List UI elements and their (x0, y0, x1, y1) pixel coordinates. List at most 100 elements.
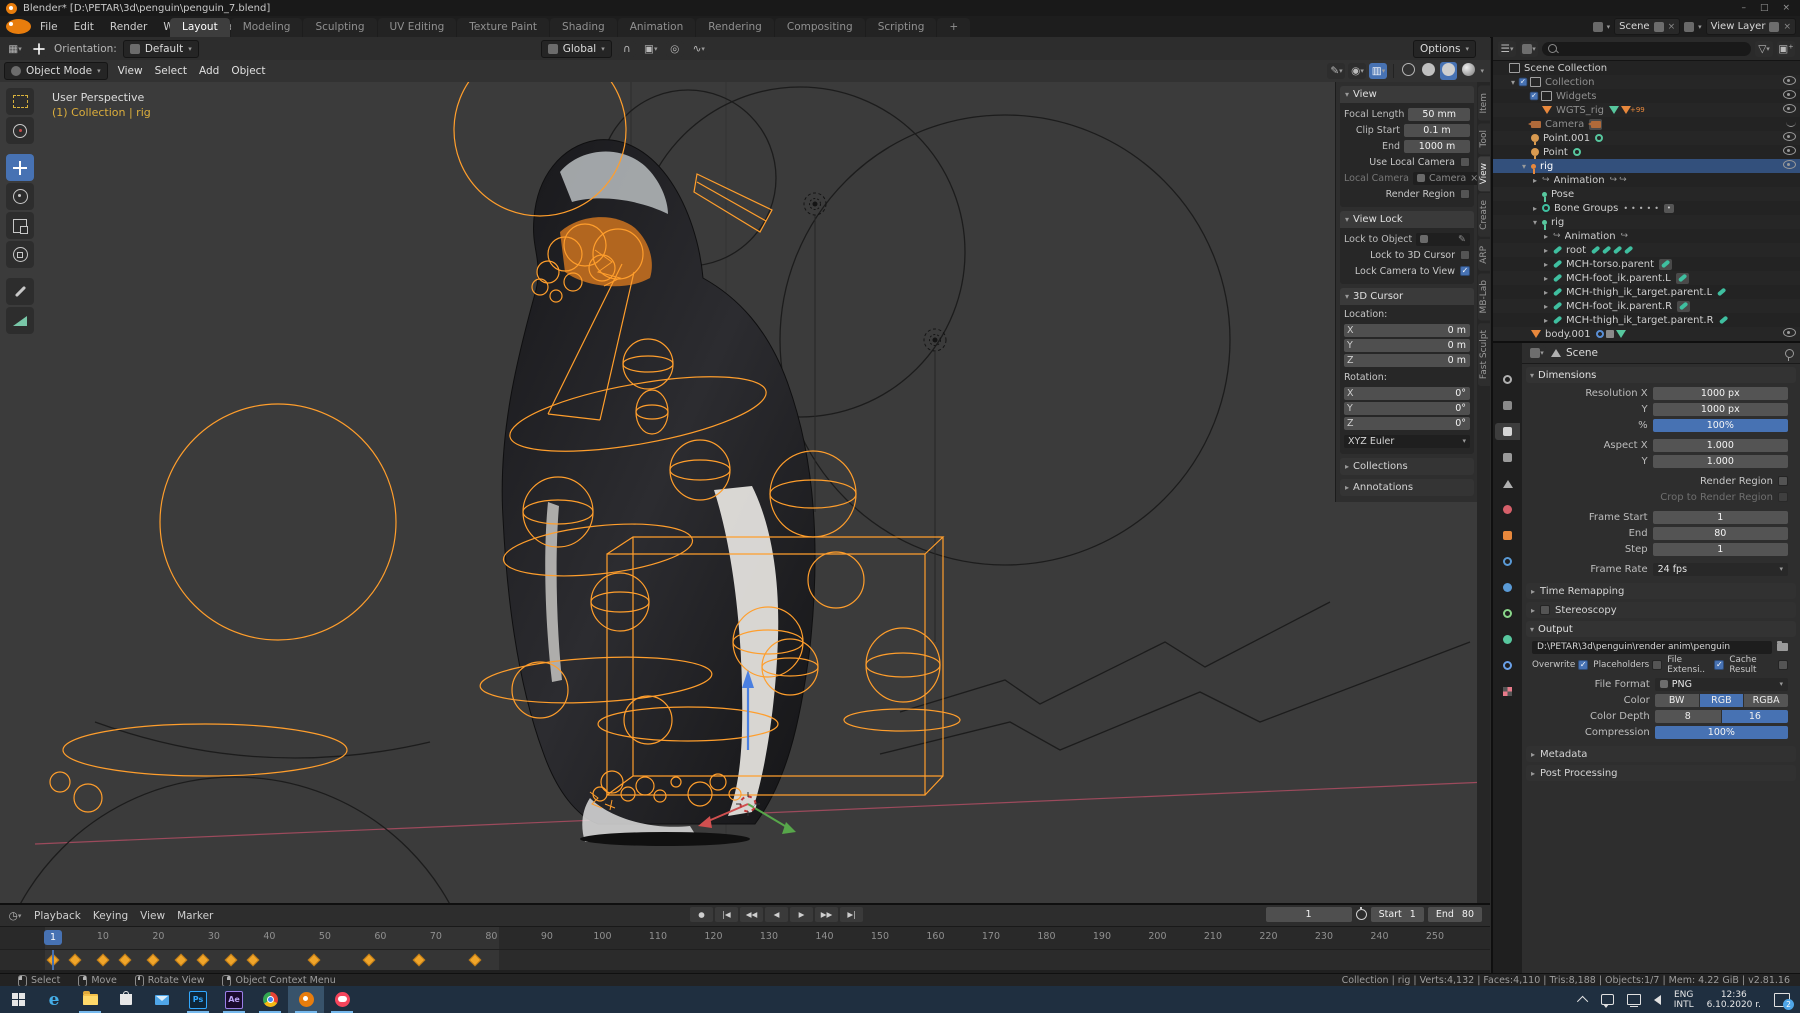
outliner-row-mch-thigh-ik-target-parent-r[interactable]: ▸MCH-thigh_ik_target.parent.R (1493, 313, 1800, 327)
time-remapping-panel-header[interactable]: ▸Time Remapping (1526, 583, 1796, 599)
tray-notifications-icon[interactable]: 2 (1774, 993, 1790, 1007)
cursor-loc-z[interactable]: Z0 m (1344, 354, 1470, 367)
metadata-panel-header[interactable]: ▸Metadata (1526, 746, 1796, 762)
properties-tab-object[interactable] (1495, 527, 1520, 544)
n-panel-tab-create[interactable]: Create (1478, 193, 1490, 237)
prev-keyframe-button[interactable]: ◀◀ (740, 907, 763, 922)
output-panel-header[interactable]: ▾Output (1526, 621, 1796, 637)
new-scene-icon[interactable] (1654, 22, 1664, 32)
transform-space-dropdown[interactable]: Global ▾ (541, 40, 612, 58)
frame-step-field[interactable]: 1 (1653, 543, 1788, 556)
outliner-filter-icon[interactable]: ▽▾ (1755, 41, 1773, 57)
cursor-rot-y[interactable]: Y0° (1344, 402, 1470, 415)
placeholders-checkbox[interactable] (1652, 660, 1662, 670)
properties-tab-scene[interactable] (1495, 475, 1520, 492)
workspace-tab-compositing[interactable]: Compositing (775, 18, 865, 37)
color-rgba-option[interactable]: RGBA (1744, 694, 1788, 707)
resolution-x-field[interactable]: 1000 px (1653, 387, 1788, 400)
n-panel-tab-item[interactable]: Item (1478, 86, 1490, 121)
n-panel-tab-fast-sculpt[interactable]: Fast Sculpt (1478, 323, 1490, 386)
mode-dropdown[interactable]: Object Mode ▾ (4, 62, 108, 80)
shading-options-icon[interactable]: ▾ (1480, 67, 1484, 75)
expand-icon[interactable]: ▸ (1541, 316, 1551, 325)
collection-checkbox[interactable]: ✓ (1530, 92, 1539, 101)
rotation-mode-dropdown[interactable]: XYZ Euler▾ (1344, 435, 1470, 448)
maximize-button[interactable]: □ (1760, 3, 1769, 13)
expand-icon[interactable]: ▸ (1541, 232, 1551, 241)
scale-tool-button[interactable] (6, 212, 34, 239)
visibility-eye-icon[interactable] (1783, 76, 1796, 88)
timeline-menu-playback[interactable]: Playback (28, 908, 87, 924)
snap-magnet-icon[interactable]: ∩ (618, 41, 636, 57)
output-path-field[interactable]: D:\PETAR\3d\penguin\render anim\penguin (1532, 641, 1772, 654)
tray-language[interactable]: ENGINTL (1674, 990, 1694, 1010)
play-reverse-button[interactable]: ◀ (765, 907, 788, 922)
cursor-panel-header[interactable]: ▾3D Cursor (1340, 288, 1474, 305)
visibility-eye-icon[interactable] (1783, 132, 1796, 144)
taskbar-rocket-chat[interactable] (324, 986, 360, 1013)
focal-length-field[interactable]: 50 mm (1408, 108, 1470, 121)
expand-icon[interactable]: ▸ (1541, 274, 1551, 283)
collection-checkbox[interactable]: ✓ (1519, 78, 1528, 87)
frame-end-field[interactable]: End80 (1428, 907, 1482, 922)
expand-icon[interactable]: ▸ (1530, 176, 1540, 185)
menu-render[interactable]: Render (103, 19, 154, 35)
new-collection-icon[interactable]: ▣⁺ (1777, 41, 1795, 57)
taskbar-store[interactable] (108, 986, 144, 1013)
record-button[interactable]: ● (690, 907, 713, 922)
outliner-row-animation[interactable]: ▸↪Animation↪↪ (1493, 173, 1800, 187)
scene-icon[interactable] (1593, 22, 1603, 32)
crop-region-checkbox[interactable] (1778, 492, 1788, 502)
timeline-menu-keying[interactable]: Keying (87, 908, 134, 924)
viewport-menu-select[interactable]: Select (149, 63, 193, 79)
expand-icon[interactable]: ▸ (1530, 204, 1540, 213)
taskbar-after-effects[interactable]: Ae (216, 986, 252, 1013)
n-panel-tab-mb-lab[interactable]: MB-Lab (1478, 273, 1490, 320)
shading-wireframe-icon[interactable] (1400, 62, 1417, 80)
editor-type-icon[interactable]: ▦▾ (6, 41, 24, 57)
local-camera-field[interactable]: Camera× (1413, 172, 1482, 185)
tray-clock[interactable]: 12:366.10.2020 r. (1707, 990, 1761, 1010)
properties-tab-object-data[interactable] (1495, 631, 1520, 648)
properties-tab-modifiers[interactable] (1495, 657, 1520, 674)
depth-8-option[interactable]: 8 (1655, 710, 1721, 723)
jump-start-button[interactable]: |◀ (715, 907, 738, 922)
workspace-tab-scripting[interactable]: Scripting (866, 18, 937, 37)
workspace-tab-layout[interactable]: Layout (170, 18, 230, 37)
view-layer-icon[interactable] (1684, 22, 1694, 32)
cursor-loc-x[interactable]: X0 m (1344, 324, 1470, 337)
cursor-rot-x[interactable]: X0° (1344, 387, 1470, 400)
outliner-filter-mode-icon[interactable]: ☰▾ (1498, 41, 1516, 57)
lock-camera-checkbox[interactable]: ✓ (1460, 266, 1470, 276)
properties-tab-constraints[interactable] (1495, 605, 1520, 622)
outliner-search-input[interactable] (1542, 42, 1751, 56)
select-box-tool-button[interactable] (6, 88, 34, 115)
dimensions-panel-header[interactable]: ▾Dimensions (1526, 367, 1796, 383)
workspace-tab-texture-paint[interactable]: Texture Paint (457, 18, 549, 37)
outliner-row-pose[interactable]: Pose (1493, 187, 1800, 201)
workspace-tab-rendering[interactable]: Rendering (696, 18, 774, 37)
view-layer-selector[interactable]: View Layer × (1706, 18, 1796, 35)
menu-edit[interactable]: Edit (67, 19, 101, 35)
file-format-dropdown[interactable]: PNG▾ (1655, 678, 1788, 691)
properties-tab-particles[interactable] (1495, 579, 1520, 596)
shading-material-icon[interactable] (1440, 62, 1457, 80)
viewport-menu-object[interactable]: Object (225, 63, 271, 79)
auto-keying-icon[interactable] (1356, 909, 1367, 920)
folder-icon[interactable] (1777, 643, 1788, 651)
playhead-chip[interactable]: 1 (44, 930, 62, 945)
expand-icon[interactable]: ▾ (1519, 162, 1529, 171)
tray-network-icon[interactable] (1627, 994, 1641, 1005)
outliner-row-mch-foot-ik-parent-l[interactable]: ▸MCH-foot_ik.parent.L (1493, 271, 1800, 285)
taskbar-chrome[interactable] (252, 986, 288, 1013)
playhead-line[interactable] (52, 950, 54, 970)
viewport-menu-add[interactable]: Add (193, 63, 225, 79)
show-gizmo-icon[interactable]: ✎▾ (1327, 63, 1345, 79)
aspect-y-field[interactable]: 1.000 (1653, 455, 1788, 468)
properties-tab-tool[interactable] (1495, 371, 1520, 388)
outliner-row-camera[interactable]: Camera (1493, 117, 1800, 131)
outliner-row-bone-groups[interactable]: ▸Bone Groups•••••• (1493, 201, 1800, 215)
visibility-eye-icon[interactable] (1783, 146, 1796, 158)
snap-settings-icon[interactable]: ▣▾ (642, 41, 660, 57)
properties-editor-icon[interactable]: ▾ (1528, 345, 1546, 361)
